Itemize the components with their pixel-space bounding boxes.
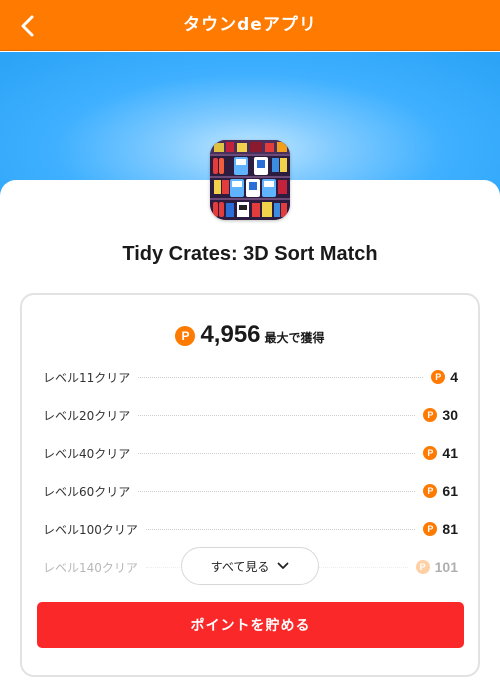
app-name: Tidy Crates: 3D Sort Match bbox=[122, 243, 378, 265]
reward-card: P 4,956 最大で獲得 レベル11クリア P4 レベル20クリア P 30 レ… bbox=[20, 293, 480, 677]
save-points-button[interactable]: ポイントを貯める bbox=[37, 602, 464, 648]
reward-row: レベル60クリア P 61 bbox=[43, 481, 458, 501]
point-coin-icon: P bbox=[423, 408, 438, 422]
reward-row-points: 101 bbox=[434, 559, 458, 575]
reward-row-label: レベル140クリア bbox=[43, 560, 138, 575]
reward-row-points: 41 bbox=[442, 445, 458, 461]
app-icon bbox=[210, 140, 290, 220]
dotted-leader bbox=[145, 528, 416, 530]
reward-row-label: レベル40クリア bbox=[43, 446, 131, 461]
total-points-value: 4,956 bbox=[200, 321, 261, 348]
point-coin-icon: P bbox=[431, 370, 446, 384]
dotted-leader bbox=[138, 452, 416, 454]
point-coin-icon: P bbox=[415, 560, 430, 574]
point-coin-icon: P bbox=[423, 484, 438, 498]
reward-row-points: 81 bbox=[442, 521, 458, 537]
reward-row: レベル20クリア P 30 bbox=[43, 405, 458, 425]
reward-row-points: 30 bbox=[442, 407, 458, 423]
reward-row-label: レベル11クリア bbox=[43, 370, 131, 385]
point-coin-icon: P bbox=[423, 522, 438, 536]
reward-row-label: レベル20クリア bbox=[43, 408, 131, 423]
dotted-leader bbox=[138, 490, 416, 492]
dotted-leader bbox=[138, 414, 416, 416]
reward-row-label: レベル100クリア bbox=[43, 522, 138, 537]
see-all-label: すべて見る bbox=[210, 559, 270, 574]
reward-row-label: レベル60クリア bbox=[43, 484, 131, 499]
reward-row: レベル40クリア P 41 bbox=[43, 443, 458, 463]
top-bar: タウンdeアプリ bbox=[0, 0, 500, 51]
reward-row-points: 61 bbox=[442, 483, 458, 499]
reward-row: レベル11クリア P4 bbox=[43, 367, 458, 387]
total-points: P 4,956 最大で獲得 bbox=[22, 321, 478, 349]
point-coin-icon: P bbox=[423, 446, 438, 460]
point-coin-icon: P bbox=[175, 326, 196, 346]
page-title: タウンdeアプリ bbox=[183, 15, 317, 35]
reward-row: レベル100クリア P 81 bbox=[43, 519, 458, 539]
total-points-suffix: 最大で獲得 bbox=[264, 331, 325, 345]
dotted-leader bbox=[138, 376, 424, 378]
chevron-down-icon bbox=[277, 562, 289, 570]
reward-row-points: 4 bbox=[450, 369, 458, 385]
see-all-button[interactable]: すべて見る bbox=[181, 547, 319, 585]
